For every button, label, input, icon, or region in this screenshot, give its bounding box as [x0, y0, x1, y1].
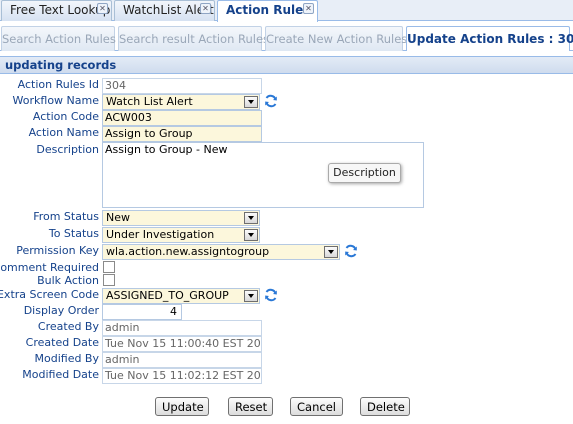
to-status-select[interactable]: Under Investigation — [102, 227, 260, 243]
tab-label: Free Text Lookup — [10, 3, 111, 17]
close-icon[interactable]: ✕ — [200, 3, 211, 14]
tab-action-rules[interactable]: Action Rules ✕ — [217, 0, 318, 22]
action-code-field[interactable]: ACW003 — [102, 110, 262, 126]
tab-label: Action Rules — [226, 3, 311, 17]
workflow-name-select[interactable]: Watch List Alert — [102, 94, 260, 110]
extra-screen-code-select[interactable]: ASSIGNED_TO_GROUP — [102, 288, 260, 304]
permission-key-label: Permission Key — [16, 244, 99, 257]
tab-search-result-action-rules[interactable]: Search result Action Rules — [118, 26, 269, 51]
description-label: Description — [36, 143, 99, 156]
sub-tab-bar: Search Action Rules Search result Action… — [0, 22, 573, 51]
to-status-value: Under Investigation — [106, 228, 215, 241]
action-code-label: Action Code — [32, 110, 99, 123]
tab-free-text-lookup[interactable]: Free Text Lookup ✕ — [1, 0, 112, 21]
delete-button[interactable]: Delete — [360, 397, 410, 416]
tab-label: Search result Action Rules — [119, 32, 270, 46]
action-rules-id-label: Action Rules Id — [17, 78, 99, 91]
update-button[interactable]: Update — [155, 397, 209, 416]
from-status-value: New — [106, 211, 130, 224]
action-name-field[interactable]: Assign to Group — [102, 126, 262, 142]
main-tab-bar: Free Text Lookup ✕ WatchList Alert ✕ Act… — [0, 0, 573, 22]
to-status-label: To Status — [48, 227, 99, 240]
workflow-name-label: Workflow Name — [12, 94, 99, 107]
chevron-down-icon[interactable] — [324, 246, 338, 258]
action-rules-id-field: 304 — [102, 78, 262, 94]
close-icon[interactable]: ✕ — [303, 3, 314, 14]
created-by-label: Created By — [37, 320, 99, 333]
panel-title: updating records — [0, 56, 573, 74]
created-date-label: Created Date — [25, 336, 99, 349]
bulk-action-label: Bulk Action — [37, 274, 99, 287]
tab-label: Create New Action Rules — [266, 32, 408, 46]
extra-screen-code-value: ASSIGNED_TO_GROUP — [106, 289, 229, 302]
tab-watchlist-alert[interactable]: WatchList Alert ✕ — [114, 0, 215, 21]
modified-date-label: Modified Date — [22, 368, 99, 381]
from-status-select[interactable]: New — [102, 210, 260, 226]
refresh-icon[interactable] — [344, 244, 358, 258]
refresh-icon[interactable] — [264, 288, 278, 302]
workflow-name-value: Watch List Alert — [106, 95, 193, 108]
permission-key-select[interactable]: wla.action.new.assigntogroup — [102, 244, 340, 260]
tab-label: Search Action Rules — [2, 32, 116, 46]
reset-button[interactable]: Reset — [228, 397, 273, 416]
tab-create-new-action-rules[interactable]: Create New Action Rules — [265, 26, 407, 51]
chevron-down-icon[interactable] — [244, 290, 258, 302]
chevron-down-icon[interactable] — [244, 229, 258, 241]
chevron-down-icon[interactable] — [244, 96, 258, 108]
chevron-down-icon[interactable] — [244, 212, 258, 224]
bulk-action-checkbox[interactable] — [103, 274, 115, 286]
display-order-field[interactable]: 4 — [102, 304, 182, 320]
modified-by-field: admin — [102, 352, 262, 368]
permission-key-value: wla.action.new.assigntogroup — [106, 245, 270, 258]
comment-required-label: Comment Required — [0, 261, 99, 274]
close-icon[interactable]: ✕ — [97, 3, 108, 14]
modified-date-field: Tue Nov 15 11:02:12 EST 2011 — [102, 368, 262, 384]
from-status-label: From Status — [33, 210, 99, 223]
extra-screen-code-label: Extra Screen Code — [0, 288, 99, 301]
display-order-label: Display Order — [23, 304, 99, 317]
tab-label: Update Action Rules : 304 — [407, 32, 573, 46]
cancel-button[interactable]: Cancel — [290, 397, 343, 416]
modified-by-label: Modified By — [34, 352, 100, 365]
created-date-field: Tue Nov 15 11:00:40 EST 2011 — [102, 336, 262, 352]
action-name-label: Action Name — [28, 126, 99, 139]
created-by-field: admin — [102, 320, 262, 336]
tab-update-action-rules[interactable]: Update Action Rules : 304 — [406, 26, 573, 51]
tab-search-action-rules[interactable]: Search Action Rules — [1, 26, 116, 51]
refresh-icon[interactable] — [264, 94, 278, 108]
description-tooltip: Description — [328, 163, 401, 183]
comment-required-checkbox[interactable] — [103, 261, 115, 273]
